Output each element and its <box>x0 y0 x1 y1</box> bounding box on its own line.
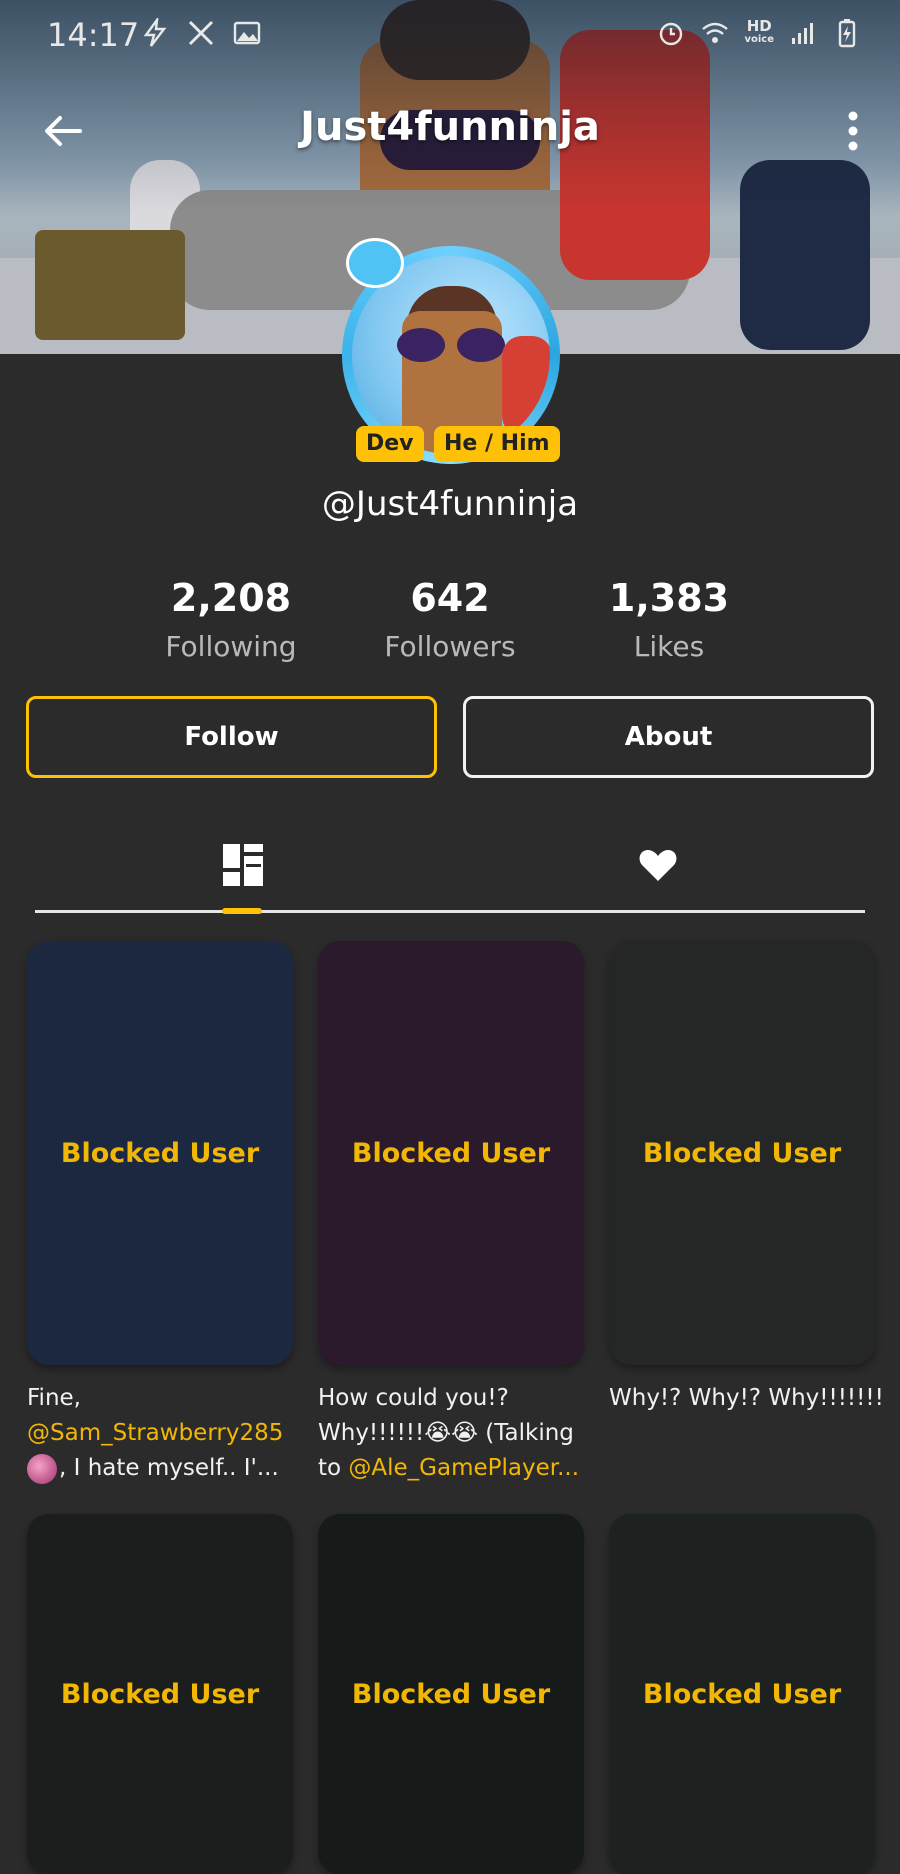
tab-active-indicator <box>222 908 262 914</box>
follow-button[interactable]: Follow <box>26 696 437 778</box>
post-card[interactable]: Blocked User <box>609 1514 875 1874</box>
posts-grid-icon <box>222 844 263 886</box>
blocked-user-label: Blocked User <box>351 1678 551 1710</box>
stat-likes[interactable]: 1,383 Likes <box>569 576 769 663</box>
x-logo-icon <box>186 18 216 48</box>
signal-icon <box>788 18 818 48</box>
caption-text: Fine, <box>27 1385 81 1411</box>
status-time: 14:17 <box>47 16 140 54</box>
post-card[interactable]: Blocked User <box>318 1514 584 1874</box>
status-bar: 14:17 HD voice <box>0 0 900 70</box>
avatar-badge-icon <box>346 238 404 288</box>
stat-following-value: 2,208 <box>170 576 292 620</box>
flash-icon <box>140 15 170 48</box>
blocked-user-label: Blocked User <box>60 1137 260 1169</box>
tag-dev: Dev <box>356 426 424 462</box>
content-tabs <box>35 820 865 912</box>
more-vertical-icon <box>848 111 858 151</box>
profile-handle: @Just4funninja <box>321 484 579 524</box>
post-card[interactable]: Blocked User <box>27 941 293 1365</box>
about-button-label: About <box>624 722 713 752</box>
about-button[interactable]: About <box>463 696 874 778</box>
post-card[interactable]: Blocked User <box>609 941 875 1365</box>
stat-following[interactable]: 2,208 Following <box>131 576 331 663</box>
mention-avatar <box>27 1453 57 1484</box>
more-options-button[interactable] <box>836 108 870 154</box>
post-card[interactable]: Blocked User <box>27 1514 293 1874</box>
caption-text: to @Ale_GamePlayer... <box>318 1455 580 1481</box>
profile-title: Just4funninja <box>300 104 600 150</box>
blocked-user-label: Blocked User <box>351 1137 551 1169</box>
post-caption[interactable]: How could you!? Why!!!!!!😭😭 (Talking to … <box>318 1381 594 1486</box>
stat-likes-value: 1,383 <box>608 576 730 620</box>
blocked-user-label: Blocked User <box>642 1678 842 1710</box>
status-left-icons <box>140 15 262 48</box>
hd-voice-icon: HD voice <box>744 17 774 46</box>
caption-mention[interactable]: @Ale_GamePlayer... <box>348 1455 579 1481</box>
tab-likes[interactable] <box>450 820 865 910</box>
blocked-user-label: Blocked User <box>642 1137 842 1169</box>
tabs-divider <box>35 910 865 913</box>
tab-posts[interactable] <box>35 820 450 910</box>
caption-text: Why!!!!!!😭😭 (Talking <box>318 1420 574 1446</box>
stat-following-label: Following <box>165 630 297 663</box>
gallery-icon <box>232 18 262 48</box>
caption-text: , I hate myself.. I'... <box>27 1451 303 1486</box>
stat-followers-value: 642 <box>410 576 490 620</box>
tag-pronouns: He / Him <box>434 426 560 462</box>
status-right-icons: HD voice <box>656 18 862 48</box>
alarm-icon <box>656 18 686 48</box>
blocked-user-label: Blocked User <box>60 1678 260 1710</box>
post-caption[interactable]: Fine, @Sam_Strawberry285 , I hate myself… <box>27 1381 303 1486</box>
post-caption[interactable]: Why!? Why!? Why!!!!!!! <box>609 1381 885 1416</box>
stat-followers-label: Followers <box>384 630 516 663</box>
stat-followers[interactable]: 642 Followers <box>350 576 550 663</box>
follow-button-label: Follow <box>184 722 279 752</box>
caption-text: How could you!? <box>318 1385 509 1411</box>
heart-icon <box>639 850 676 881</box>
caption-text: Why!? Why!? Why!!!!!!! <box>609 1385 884 1411</box>
stat-likes-label: Likes <box>633 630 705 663</box>
post-card[interactable]: Blocked User <box>318 941 584 1365</box>
battery-charging-icon <box>832 18 862 48</box>
caption-mention[interactable]: @Sam_Strawberry285 <box>27 1416 303 1451</box>
wifi-icon <box>700 18 730 48</box>
